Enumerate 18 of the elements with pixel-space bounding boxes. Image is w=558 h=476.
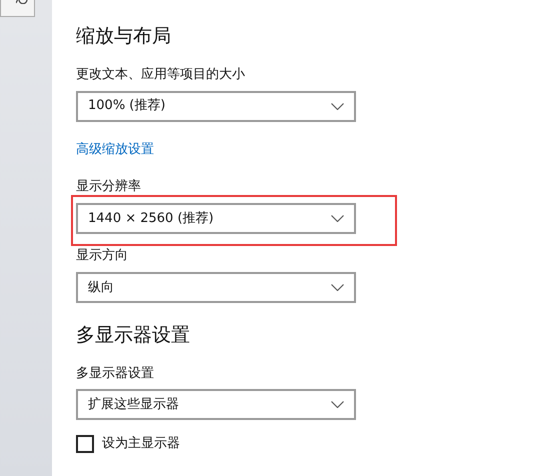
chevron-icon [331,284,344,291]
dropdown[interactable]: 100% (推荐) [76,90,356,122]
section-heading: 缩放与布局 [76,24,172,49]
dropdown[interactable]: 扩展这些显示器 [76,389,356,420]
checkbox[interactable] [76,435,94,454]
checkbox-label: 设为主显示器 [102,435,180,454]
chevron-icon [331,401,344,408]
search-icon [16,0,28,4]
settings-link[interactable]: 高级缩放设置 [76,140,154,160]
dropdown[interactable]: 纵向 [76,272,356,303]
chevron-icon [331,214,344,222]
field-label: 显示分辨率 [76,179,141,196]
dropdown[interactable]: 1440 × 2560 (推荐) [76,202,356,234]
field-label: 多显示器设置 [76,366,154,382]
field-label: 更改文本、应用等项目的大小 [76,66,245,84]
chevron-icon [331,102,344,110]
field-label: 显示方向 [76,248,128,265]
section-heading: 多显示器设置 [76,322,191,348]
